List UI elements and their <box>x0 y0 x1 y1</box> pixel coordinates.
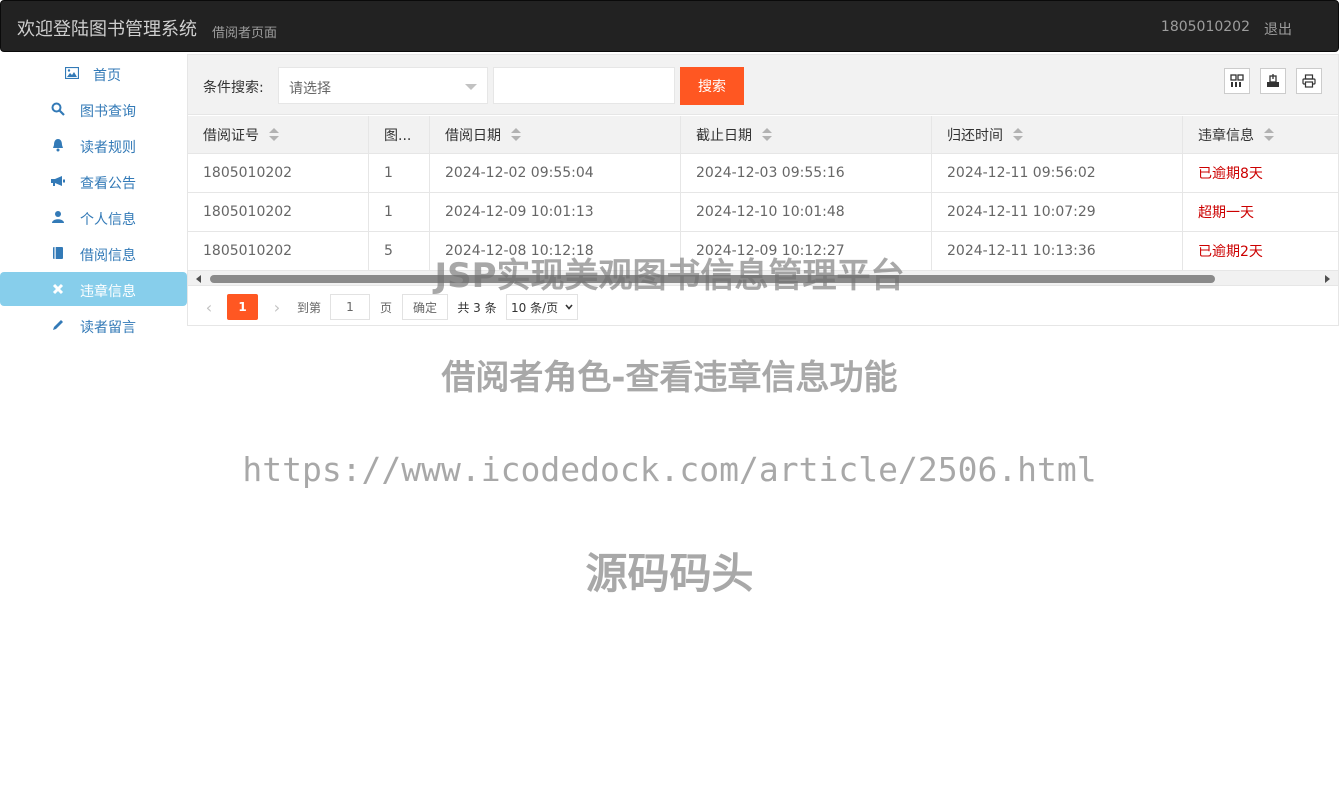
picture-icon <box>64 65 80 81</box>
print-icon[interactable] <box>1296 68 1322 94</box>
table-row[interactable]: 1805010202 5 2024-12-08 10:12:18 2024-12… <box>188 232 1338 271</box>
total-count: 共 3 条 <box>457 300 497 315</box>
cell-violation: 已逾期2天 <box>1198 244 1263 260</box>
column-header-book[interactable]: 图... <box>369 116 430 153</box>
search-toolbar: 条件搜索: 请选择 搜索 <box>188 55 1338 115</box>
sidebar-item-label: 首页 <box>93 68 121 84</box>
cell-borrow-date: 2024-12-02 09:55:04 <box>430 154 681 192</box>
cell-return-time: 2024-12-11 10:07:29 <box>932 193 1183 231</box>
table-header: 借阅证号 图... 借阅日期 截止日期 归还时间 违章信息 <box>188 116 1338 154</box>
keyword-input[interactable] <box>493 67 675 104</box>
violations-table: 借阅证号 图... 借阅日期 截止日期 归还时间 违章信息 1805010202… <box>188 116 1338 271</box>
cell-due-date: 2024-12-10 10:01:48 <box>681 193 932 231</box>
chevron-down-icon <box>465 84 477 90</box>
column-header-borrow-date[interactable]: 借阅日期 <box>430 116 681 153</box>
horizontal-scrollbar[interactable] <box>188 271 1338 286</box>
sidebar-item-violations[interactable]: 违章信息 <box>0 272 187 306</box>
watermark-subtitle: 借阅者角色-查看违章信息功能 <box>441 358 898 398</box>
page-unit-label: 页 <box>379 300 392 315</box>
table-row[interactable]: 1805010202 1 2024-12-09 10:01:13 2024-12… <box>188 193 1338 232</box>
sidebar-item-reader-rules[interactable]: 读者规则 <box>0 128 187 162</box>
sidebar-item-label: 个人信息 <box>80 212 136 228</box>
sort-icon[interactable] <box>762 127 772 142</box>
sort-icon[interactable] <box>1013 127 1023 142</box>
cell-borrow-date: 2024-12-08 10:12:18 <box>430 232 681 270</box>
watermark-brand: 源码码头 <box>585 549 754 598</box>
page-size-select[interactable]: 10 条/页 <box>506 294 578 320</box>
chevron-down-icon <box>565 304 573 310</box>
cell-book: 1 <box>369 154 430 192</box>
cell-due-date: 2024-12-03 09:55:16 <box>681 154 932 192</box>
goto-page-input[interactable]: 1 <box>330 294 370 320</box>
sidebar-item-label: 图书查询 <box>80 104 136 120</box>
sidebar-item-label: 查看公告 <box>80 176 136 192</box>
goto-label: 到第 <box>296 300 321 315</box>
table-row[interactable]: 1805010202 1 2024-12-02 09:55:04 2024-12… <box>188 154 1338 193</box>
sidebar-item-label: 读者留言 <box>80 320 136 336</box>
export-icon[interactable] <box>1260 68 1286 94</box>
user-icon <box>50 209 66 225</box>
scroll-left-icon[interactable] <box>196 275 201 283</box>
cell-violation: 已逾期8天 <box>1198 166 1263 182</box>
sidebar-item-profile[interactable]: 个人信息 <box>0 200 187 234</box>
cell-card-no: 1805010202 <box>188 232 369 270</box>
sidebar-item-book-search[interactable]: 图书查询 <box>0 92 187 126</box>
sidebar-item-announcements[interactable]: 查看公告 <box>0 164 187 198</box>
cell-book: 5 <box>369 232 430 270</box>
cell-book: 1 <box>369 193 430 231</box>
search-icon <box>50 101 66 117</box>
cell-borrow-date: 2024-12-09 10:01:13 <box>430 193 681 231</box>
bullhorn-icon <box>50 173 66 189</box>
column-header-violation[interactable]: 违章信息 <box>1183 116 1338 153</box>
scroll-thumb[interactable] <box>210 275 1215 283</box>
pencil-icon <box>50 317 66 333</box>
column-header-return-time[interactable]: 归还时间 <box>932 116 1183 153</box>
next-page-icon[interactable]: › <box>270 294 284 320</box>
cell-card-no: 1805010202 <box>188 193 369 231</box>
logout-link[interactable]: 退出 <box>1264 19 1292 39</box>
page-subtitle: 借阅者页面 <box>212 26 278 41</box>
scroll-right-icon[interactable] <box>1325 275 1330 283</box>
search-button[interactable]: 搜索 <box>680 67 744 105</box>
sidebar-item-messages[interactable]: 读者留言 <box>0 308 187 342</box>
book-icon <box>50 245 66 261</box>
select-value: 请选择 <box>289 81 331 97</box>
current-user[interactable]: 1805010202 <box>1161 19 1250 35</box>
condition-select[interactable]: 请选择 <box>278 67 488 104</box>
sidebar: 首页 图书查询 读者规则 查看公告 个人信息 借阅信息 违章信息 读者留言 <box>0 56 187 344</box>
close-icon <box>50 281 66 297</box>
prev-page-icon[interactable]: ‹ <box>202 294 216 320</box>
cell-violation: 超期一天 <box>1198 205 1254 221</box>
watermark-url: https://www.icodedock.com/article/2506.h… <box>242 450 1097 489</box>
page-button-current[interactable]: 1 <box>227 294 258 320</box>
top-navbar: 欢迎登陆图书管理系统 借阅者页面 1805010202 退出 <box>0 0 1339 52</box>
sidebar-item-borrow-info[interactable]: 借阅信息 <box>0 236 187 270</box>
sidebar-item-label: 违章信息 <box>80 284 136 300</box>
cell-return-time: 2024-12-11 10:13:36 <box>932 232 1183 270</box>
cell-card-no: 1805010202 <box>188 154 369 192</box>
sidebar-item-label: 读者规则 <box>80 140 136 156</box>
sidebar-item-home[interactable]: 首页 <box>0 56 187 90</box>
sort-icon[interactable] <box>511 127 521 142</box>
goto-confirm-button[interactable]: 确定 <box>402 294 448 320</box>
main-content: 条件搜索: 请选择 搜索 借阅证号 图... 借阅日期 截止日期 归还时间 违章… <box>187 54 1339 326</box>
cell-due-date: 2024-12-09 10:12:27 <box>681 232 932 270</box>
pagination: ‹ 1 › 到第 1 页 确定 共 3 条 10 条/页 <box>188 287 1338 326</box>
column-header-card-no[interactable]: 借阅证号 <box>188 116 369 153</box>
cell-return-time: 2024-12-11 09:56:02 <box>932 154 1183 192</box>
columns-filter-icon[interactable] <box>1224 68 1250 94</box>
sidebar-item-label: 借阅信息 <box>80 248 136 264</box>
bell-icon <box>50 137 66 153</box>
column-header-due-date[interactable]: 截止日期 <box>681 116 932 153</box>
app-title: 欢迎登陆图书管理系统 <box>17 19 197 40</box>
sort-icon[interactable] <box>1264 127 1274 142</box>
sort-icon[interactable] <box>269 127 279 142</box>
search-label: 条件搜索: <box>203 80 264 96</box>
